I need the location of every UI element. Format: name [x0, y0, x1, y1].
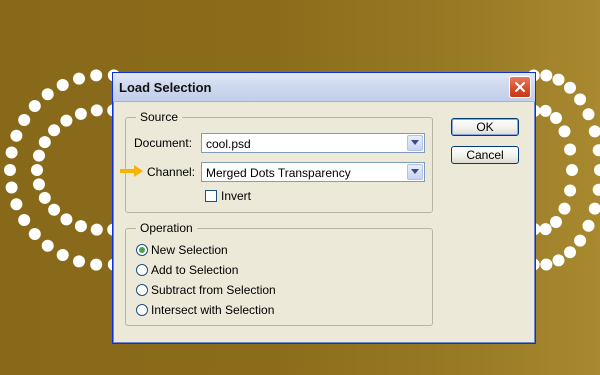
cancel-button[interactable]: Cancel — [451, 146, 519, 164]
pattern-dot — [594, 164, 600, 176]
pattern-dot — [550, 216, 562, 228]
pattern-dot — [574, 234, 587, 247]
invert-label[interactable]: Invert — [221, 189, 251, 203]
dialog-title: Load Selection — [119, 80, 212, 95]
pattern-dot — [540, 258, 553, 271]
pattern-dot — [588, 202, 600, 215]
pattern-dot — [33, 149, 45, 162]
pattern-dot — [582, 108, 595, 121]
pattern-dot — [564, 143, 577, 156]
load-selection-dialog: Load Selection Source Document: cool.psd… — [112, 72, 536, 344]
channel-dropdown-button[interactable] — [407, 164, 423, 180]
pattern-dot — [48, 124, 61, 137]
pattern-dot — [564, 246, 576, 259]
new-selection-label[interactable]: New Selection — [151, 243, 228, 257]
pattern-dot — [74, 220, 87, 233]
pattern-dot — [5, 146, 18, 159]
pattern-dot — [38, 136, 51, 149]
radio-add-to-selection[interactable] — [136, 264, 148, 276]
pattern-dot — [90, 104, 103, 117]
pattern-dot — [38, 191, 51, 204]
pattern-dot — [33, 178, 45, 191]
pattern-dot — [540, 69, 553, 82]
dialog-titlebar[interactable]: Load Selection — [113, 73, 535, 102]
channel-label: Channel: — [147, 165, 196, 179]
document-dropdown[interactable]: cool.psd — [201, 133, 425, 153]
radio-intersect-with-selection[interactable] — [136, 304, 148, 316]
pattern-dot — [48, 203, 61, 216]
pattern-dot — [574, 93, 587, 106]
pattern-dot — [5, 181, 18, 194]
operation-group: Operation New Selection Add to Selection… — [125, 221, 433, 326]
pattern-dot — [552, 254, 565, 267]
subtract-from-selection-label[interactable]: Subtract from Selection — [151, 283, 276, 297]
operation-legend: Operation — [136, 221, 197, 235]
pattern-dot — [564, 81, 576, 94]
pattern-dot — [60, 213, 73, 226]
pattern-dot — [60, 114, 73, 127]
source-legend: Source — [136, 110, 183, 124]
channel-dropdown[interactable]: Merged Dots Transparency — [201, 162, 425, 182]
pattern-dot — [10, 129, 23, 142]
pattern-dot — [90, 223, 103, 236]
pattern-dot — [41, 88, 54, 101]
pattern-dot — [41, 239, 54, 252]
channel-value: Merged Dots Transparency — [206, 166, 351, 180]
pattern-dot — [56, 79, 69, 91]
ok-button[interactable]: OK — [451, 118, 519, 136]
pattern-dot — [592, 183, 600, 196]
pattern-dot — [550, 112, 562, 124]
pattern-dot — [558, 125, 571, 138]
pattern-dot — [74, 107, 87, 120]
pattern-dot — [73, 72, 85, 85]
document-value: cool.psd — [206, 137, 251, 151]
pattern-dot — [539, 104, 552, 117]
pattern-dot — [18, 214, 31, 226]
pattern-dot — [539, 223, 552, 236]
pattern-dot — [73, 255, 85, 268]
pattern-dot — [56, 249, 69, 261]
add-to-selection-label[interactable]: Add to Selection — [151, 263, 238, 277]
pattern-dot — [31, 164, 43, 176]
document-dropdown-button[interactable] — [407, 135, 423, 151]
pattern-dot — [564, 184, 577, 197]
pattern-dot — [588, 125, 600, 138]
arrow-right-icon — [120, 165, 143, 177]
chevron-down-icon — [411, 140, 419, 145]
radio-subtract-from-selection[interactable] — [136, 284, 148, 296]
pattern-dot — [566, 164, 578, 176]
pattern-dot — [582, 219, 595, 232]
pattern-dot — [558, 202, 571, 215]
pattern-dot — [10, 198, 23, 211]
document-label: Document: — [134, 136, 193, 150]
pattern-dot — [4, 164, 16, 176]
close-button[interactable] — [509, 76, 531, 98]
invert-checkbox[interactable] — [205, 190, 217, 202]
pattern-dot — [592, 144, 600, 157]
close-icon — [515, 82, 525, 92]
chevron-down-icon — [411, 169, 419, 174]
pattern-dot — [28, 100, 41, 112]
pattern-dot — [18, 114, 31, 126]
pattern-dot — [28, 228, 41, 240]
intersect-with-selection-label[interactable]: Intersect with Selection — [151, 303, 274, 317]
pattern-dot — [90, 69, 103, 82]
pattern-dot — [90, 258, 103, 271]
source-group: Source Document: cool.psd Channel: Merge… — [120, 110, 433, 213]
pattern-dot — [552, 73, 565, 86]
radio-new-selection[interactable] — [136, 244, 148, 256]
